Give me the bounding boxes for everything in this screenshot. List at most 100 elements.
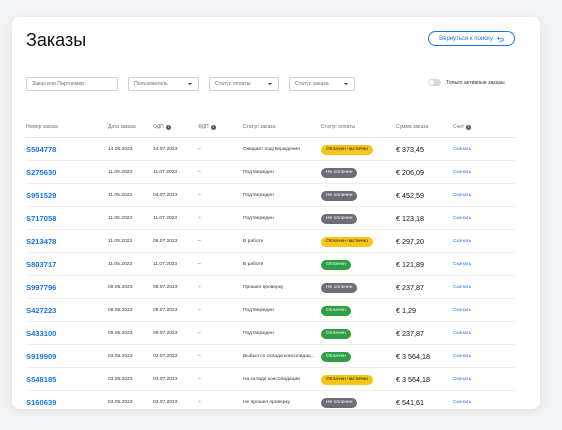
table-row[interactable]: S548185 03.05.2023 03.07.2023 – На складе ко… — [12, 368, 540, 391]
odp-date: 09.07.2023 — [153, 331, 178, 336]
col-order-date[interactable]: Дата заказа — [108, 124, 136, 130]
fdp-date: – — [198, 285, 201, 290]
table-row[interactable]: S433100 09.05.2023 09.07.2023 – Подтвержден О… — [12, 322, 540, 345]
payment-status-cell: Оплачен — [321, 322, 351, 345]
order-number-link[interactable]: S717058 — [26, 207, 56, 230]
order-status: Подтвержден — [243, 170, 274, 175]
fdp-date: – — [198, 308, 201, 313]
order-number-link[interactable]: S997796 — [26, 276, 56, 299]
user-select[interactable]: Пользователь — [128, 77, 199, 91]
odp-date: 04.07.2023 — [153, 193, 178, 198]
payment-status-cell: Не оплачен — [321, 207, 358, 230]
fdp-date: – — [198, 354, 201, 359]
order-date: 03.05.2023 — [108, 354, 133, 359]
payment-status-cell: Оплачен частично — [321, 368, 373, 391]
download-invoice-link[interactable]: Скачать — [453, 161, 471, 184]
download-invoice-link[interactable]: Скачать — [453, 368, 471, 391]
order-sum: € 237,87 — [396, 329, 424, 338]
odp-date: 11.07.2023 — [153, 262, 178, 267]
order-number-link[interactable]: S433100 — [26, 322, 56, 345]
download-invoice-link[interactable]: Скачать — [453, 299, 471, 322]
table-row[interactable]: S717058 11.05.2023 11.07.2023 – Подтвержден Н… — [12, 207, 540, 230]
order-number-link[interactable]: S951529 — [26, 184, 56, 207]
order-status: Подтвержден — [243, 308, 274, 313]
order-status-select[interactable]: Статус заказа — [289, 77, 355, 91]
info-icon[interactable]: i — [466, 124, 472, 130]
table-row[interactable]: S213478 11.05.2023 08.07.2023 – В работе Опла… — [12, 230, 540, 253]
status-badge: Не оплачен — [321, 213, 358, 224]
order-number-link[interactable]: S504778 — [26, 138, 56, 161]
col-invoice[interactable]: Счет i — [453, 124, 472, 130]
fdp-date: – — [198, 193, 201, 198]
table-row[interactable]: S504778 14.05.2023 14.07.2023 – Ожидает подт… — [12, 138, 540, 161]
status-badge: Оплачен частично — [321, 236, 373, 247]
order-number-link[interactable]: S548185 — [26, 368, 56, 391]
odp-date: 08.07.2023 — [153, 239, 178, 244]
back-to-search-button[interactable]: Вернуться к поиску — [428, 31, 515, 46]
fdp-date: – — [198, 377, 201, 382]
order-number-link[interactable]: S803717 — [26, 253, 56, 276]
col-order-sum[interactable]: Сумма заказа — [396, 124, 428, 130]
order-sum: € 3 564,18 — [396, 375, 430, 384]
table-row[interactable]: S275630 11.05.2023 11.07.2023 – Подтвержден Н… — [12, 161, 540, 184]
order-sum: € 541,61 — [396, 398, 424, 407]
order-date: 11.05.2023 — [108, 170, 133, 175]
info-icon[interactable]: i — [210, 124, 216, 130]
active-only-label: Только активные заказы — [446, 79, 505, 86]
download-invoice-link[interactable]: Скачать — [453, 322, 471, 345]
payment-status-select[interactable]: Статус оплаты — [209, 77, 279, 91]
table-row[interactable]: S919909 03.05.2023 03.07.2023 – Выбыл со скл… — [12, 345, 540, 368]
table-row[interactable]: S427223 09.05.2023 09.07.2023 – Подтвержден О… — [12, 299, 540, 322]
order-number-link[interactable]: S919909 — [26, 345, 56, 368]
order-status: Выбыл со склада консолидац... — [243, 354, 315, 359]
status-badge: Оплачен — [321, 259, 351, 270]
user-select-label: Пользователь — [134, 81, 168, 87]
info-icon[interactable]: i — [165, 124, 171, 130]
order-date: 03.05.2023 — [108, 377, 133, 382]
col-odp[interactable]: ОДП i — [153, 124, 171, 130]
download-invoice-link[interactable]: Скачать — [453, 391, 471, 409]
status-badge: Не оплачен — [321, 190, 358, 201]
return-arrow-icon — [497, 36, 504, 41]
download-invoice-link[interactable]: Скачать — [453, 138, 471, 161]
order-number-link[interactable]: S160639 — [26, 391, 56, 409]
status-badge: Не оплачен — [321, 282, 358, 293]
page-title: Заказы — [26, 30, 87, 50]
odp-date: 11.07.2023 — [153, 170, 178, 175]
col-order-number[interactable]: Номер заказа — [26, 124, 58, 130]
status-badge: Оплачен частично — [321, 144, 373, 155]
table-row[interactable]: S951529 11.05.2023 04.07.2023 – Подтвержден Н… — [12, 184, 540, 207]
table-row[interactable]: S997796 09.05.2023 09.07.2023 – Прошел прове… — [12, 276, 540, 299]
order-search-placeholder: Заказ или Партномер — [32, 81, 85, 87]
odp-date: 03.07.2023 — [153, 354, 178, 359]
payment-status-cell: Оплачен — [321, 345, 351, 368]
payment-status-select-label: Статус оплаты — [215, 81, 251, 87]
col-order-status[interactable]: Статус заказа — [243, 124, 275, 130]
table-row[interactable]: S160639 03.05.2023 03.07.2023 – Не прошел пр… — [12, 391, 540, 409]
order-status: В работе — [243, 262, 264, 267]
download-invoice-link[interactable]: Скачать — [453, 230, 471, 253]
odp-date: 11.07.2023 — [153, 216, 178, 221]
download-invoice-link[interactable]: Скачать — [453, 207, 471, 230]
order-number-link[interactable]: S275630 — [26, 161, 56, 184]
download-invoice-link[interactable]: Скачать — [453, 345, 471, 368]
col-payment-status[interactable]: Статус оплаты — [321, 124, 355, 130]
download-invoice-link[interactable]: Скачать — [453, 184, 471, 207]
order-number-link[interactable]: S427223 — [26, 299, 56, 322]
order-status: В работе — [243, 239, 264, 244]
odp-date: 03.07.2023 — [153, 377, 178, 382]
status-badge: Не оплачен — [321, 167, 358, 178]
download-invoice-link[interactable]: Скачать — [453, 276, 471, 299]
order-number-link[interactable]: S213478 — [26, 230, 56, 253]
col-odp-label: ОДП — [153, 124, 164, 130]
payment-status-cell: Не оплачен — [321, 276, 358, 299]
col-invoice-label: Счет — [453, 124, 465, 130]
download-invoice-link[interactable]: Скачать — [453, 253, 471, 276]
payment-status-cell: Не оплачен — [321, 161, 358, 184]
active-only-toggle[interactable] — [428, 79, 441, 86]
order-search-input[interactable]: Заказ или Партномер — [26, 77, 118, 91]
table-row[interactable]: S803717 11.05.2023 11.07.2023 – В работе Опла… — [12, 253, 540, 276]
order-status: Подтвержден — [243, 331, 274, 336]
col-fdp[interactable]: ФДП i — [198, 124, 216, 130]
payment-status-cell: Оплачен частично — [321, 138, 373, 161]
